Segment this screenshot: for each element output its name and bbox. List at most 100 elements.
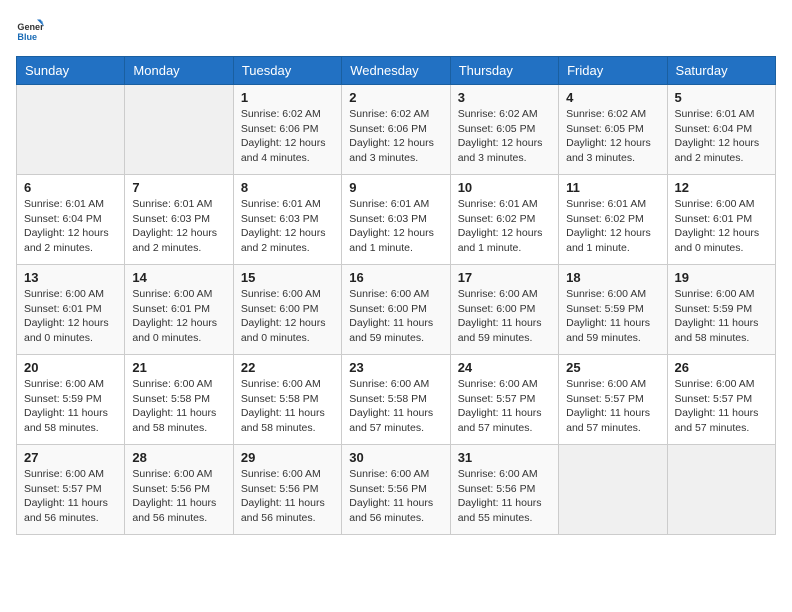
day-number: 30 xyxy=(349,450,442,465)
calendar-cell: 19 Sunrise: 6:00 AM Sunset: 5:59 PM Dayli… xyxy=(667,265,775,355)
calendar-cell: 16Sunrise: 6:00 AM Sunset: 6:00 PM Dayli… xyxy=(342,265,450,355)
day-info: Sunrise: 6:01 AM Sunset: 6:04 PM Dayligh… xyxy=(675,107,768,166)
calendar-cell: 23 Sunrise: 6:00 AM Sunset: 5:58 PM Dayli… xyxy=(342,355,450,445)
calendar-week-row: 1 Sunrise: 6:02 AM Sunset: 6:06 PM Daylig… xyxy=(17,85,776,175)
calendar-cell: 15Sunrise: 6:00 AM Sunset: 6:00 PM Dayli… xyxy=(233,265,341,355)
calendar-cell: 21 Sunrise: 6:00 AM Sunset: 5:58 PM Dayli… xyxy=(125,355,233,445)
calendar-cell: 25 Sunrise: 6:00 AM Sunset: 5:57 PM Dayli… xyxy=(559,355,667,445)
day-info: Sunrise: 6:00 AM Sunset: 5:57 PM Dayligh… xyxy=(24,467,117,526)
day-info: Sunrise: 6:00 AM Sunset: 6:01 PM Dayligh… xyxy=(24,287,117,346)
calendar-cell: 7Sunrise: 6:01 AM Sunset: 6:03 PM Daylig… xyxy=(125,175,233,265)
day-number: 3 xyxy=(458,90,551,105)
calendar-cell: 12 Sunrise: 6:00 AM Sunset: 6:01 PM Dayli… xyxy=(667,175,775,265)
day-info: Sunrise: 6:00 AM Sunset: 5:58 PM Dayligh… xyxy=(349,377,442,436)
day-number: 13 xyxy=(24,270,117,285)
calendar-cell: 9 Sunrise: 6:01 AM Sunset: 6:03 PM Daylig… xyxy=(342,175,450,265)
day-number: 29 xyxy=(241,450,334,465)
day-info: Sunrise: 6:01 AM Sunset: 6:03 PM Dayligh… xyxy=(349,197,442,256)
day-info: Sunrise: 6:02 AM Sunset: 6:06 PM Dayligh… xyxy=(349,107,442,166)
day-info: Sunrise: 6:00 AM Sunset: 6:00 PM Dayligh… xyxy=(349,287,442,346)
day-number: 21 xyxy=(132,360,225,375)
day-info: Sunrise: 6:01 AM Sunset: 6:02 PM Dayligh… xyxy=(566,197,659,256)
day-info: Sunrise: 6:00 AM Sunset: 5:56 PM Dayligh… xyxy=(132,467,225,526)
day-number: 14 xyxy=(132,270,225,285)
day-info: Sunrise: 6:00 AM Sunset: 6:01 PM Dayligh… xyxy=(675,197,768,256)
calendar-cell xyxy=(559,445,667,535)
calendar-cell: 30 Sunrise: 6:00 AM Sunset: 5:56 PM Dayli… xyxy=(342,445,450,535)
page-header: General Blue xyxy=(16,16,776,44)
day-number: 26 xyxy=(675,360,768,375)
calendar-cell: 11 Sunrise: 6:01 AM Sunset: 6:02 PM Dayli… xyxy=(559,175,667,265)
day-info: Sunrise: 6:00 AM Sunset: 5:59 PM Dayligh… xyxy=(675,287,768,346)
calendar-cell: 22Sunrise: 6:00 AM Sunset: 5:58 PM Dayli… xyxy=(233,355,341,445)
calendar-cell xyxy=(667,445,775,535)
day-number: 17 xyxy=(458,270,551,285)
calendar-cell: 14Sunrise: 6:00 AM Sunset: 6:01 PM Dayli… xyxy=(125,265,233,355)
calendar-week-row: 13 Sunrise: 6:00 AM Sunset: 6:01 PM Dayli… xyxy=(17,265,776,355)
weekday-header: Saturday xyxy=(667,57,775,85)
calendar-table: SundayMondayTuesdayWednesdayThursdayFrid… xyxy=(16,56,776,535)
calendar-cell: 13 Sunrise: 6:00 AM Sunset: 6:01 PM Dayli… xyxy=(17,265,125,355)
day-info: Sunrise: 6:01 AM Sunset: 6:04 PM Dayligh… xyxy=(24,197,117,256)
svg-text:Blue: Blue xyxy=(17,32,37,42)
day-info: Sunrise: 6:00 AM Sunset: 5:58 PM Dayligh… xyxy=(132,377,225,436)
day-info: Sunrise: 6:00 AM Sunset: 5:56 PM Dayligh… xyxy=(349,467,442,526)
day-number: 6 xyxy=(24,180,117,195)
calendar-cell: 6 Sunrise: 6:01 AM Sunset: 6:04 PM Daylig… xyxy=(17,175,125,265)
day-info: Sunrise: 6:00 AM Sunset: 5:57 PM Dayligh… xyxy=(458,377,551,436)
day-number: 23 xyxy=(349,360,442,375)
day-number: 25 xyxy=(566,360,659,375)
calendar-cell: 29 Sunrise: 6:00 AM Sunset: 5:56 PM Dayli… xyxy=(233,445,341,535)
calendar-cell: 20 Sunrise: 6:00 AM Sunset: 5:59 PM Dayli… xyxy=(17,355,125,445)
weekday-header: Sunday xyxy=(17,57,125,85)
calendar-header-row: SundayMondayTuesdayWednesdayThursdayFrid… xyxy=(17,57,776,85)
day-number: 5 xyxy=(675,90,768,105)
day-info: Sunrise: 6:00 AM Sunset: 5:59 PM Dayligh… xyxy=(24,377,117,436)
day-number: 28 xyxy=(132,450,225,465)
calendar-cell xyxy=(17,85,125,175)
calendar-week-row: 27 Sunrise: 6:00 AM Sunset: 5:57 PM Dayli… xyxy=(17,445,776,535)
day-info: Sunrise: 6:01 AM Sunset: 6:03 PM Dayligh… xyxy=(132,197,225,256)
calendar-cell: 27 Sunrise: 6:00 AM Sunset: 5:57 PM Dayli… xyxy=(17,445,125,535)
day-number: 11 xyxy=(566,180,659,195)
day-number: 10 xyxy=(458,180,551,195)
day-info: Sunrise: 6:00 AM Sunset: 5:56 PM Dayligh… xyxy=(241,467,334,526)
day-info: Sunrise: 6:00 AM Sunset: 5:56 PM Dayligh… xyxy=(458,467,551,526)
day-number: 15 xyxy=(241,270,334,285)
calendar-cell xyxy=(125,85,233,175)
day-number: 22 xyxy=(241,360,334,375)
day-info: Sunrise: 6:02 AM Sunset: 6:05 PM Dayligh… xyxy=(566,107,659,166)
logo: General Blue xyxy=(16,16,48,44)
day-number: 4 xyxy=(566,90,659,105)
day-info: Sunrise: 6:00 AM Sunset: 5:57 PM Dayligh… xyxy=(566,377,659,436)
day-number: 1 xyxy=(241,90,334,105)
day-number: 27 xyxy=(24,450,117,465)
day-info: Sunrise: 6:00 AM Sunset: 6:00 PM Dayligh… xyxy=(458,287,551,346)
weekday-header: Wednesday xyxy=(342,57,450,85)
calendar-cell: 3 Sunrise: 6:02 AM Sunset: 6:05 PM Daylig… xyxy=(450,85,558,175)
calendar-cell: 4 Sunrise: 6:02 AM Sunset: 6:05 PM Daylig… xyxy=(559,85,667,175)
day-info: Sunrise: 6:02 AM Sunset: 6:05 PM Dayligh… xyxy=(458,107,551,166)
day-number: 12 xyxy=(675,180,768,195)
calendar-cell: 17 Sunrise: 6:00 AM Sunset: 6:00 PM Dayli… xyxy=(450,265,558,355)
day-info: Sunrise: 6:00 AM Sunset: 5:59 PM Dayligh… xyxy=(566,287,659,346)
day-number: 24 xyxy=(458,360,551,375)
day-number: 19 xyxy=(675,270,768,285)
logo-icon: General Blue xyxy=(16,16,44,44)
day-number: 2 xyxy=(349,90,442,105)
day-number: 8 xyxy=(241,180,334,195)
weekday-header: Friday xyxy=(559,57,667,85)
calendar-cell: 31Sunrise: 6:00 AM Sunset: 5:56 PM Dayli… xyxy=(450,445,558,535)
calendar-week-row: 6 Sunrise: 6:01 AM Sunset: 6:04 PM Daylig… xyxy=(17,175,776,265)
day-info: Sunrise: 6:01 AM Sunset: 6:03 PM Dayligh… xyxy=(241,197,334,256)
calendar-cell: 10 Sunrise: 6:01 AM Sunset: 6:02 PM Dayli… xyxy=(450,175,558,265)
calendar-cell: 26Sunrise: 6:00 AM Sunset: 5:57 PM Dayli… xyxy=(667,355,775,445)
calendar-cell: 5 Sunrise: 6:01 AM Sunset: 6:04 PM Daylig… xyxy=(667,85,775,175)
day-number: 20 xyxy=(24,360,117,375)
day-number: 9 xyxy=(349,180,442,195)
calendar-cell: 24 Sunrise: 6:00 AM Sunset: 5:57 PM Dayli… xyxy=(450,355,558,445)
calendar-cell: 1Sunrise: 6:02 AM Sunset: 6:06 PM Daylig… xyxy=(233,85,341,175)
day-info: Sunrise: 6:01 AM Sunset: 6:02 PM Dayligh… xyxy=(458,197,551,256)
calendar-cell: 8 Sunrise: 6:01 AM Sunset: 6:03 PM Daylig… xyxy=(233,175,341,265)
weekday-header: Monday xyxy=(125,57,233,85)
